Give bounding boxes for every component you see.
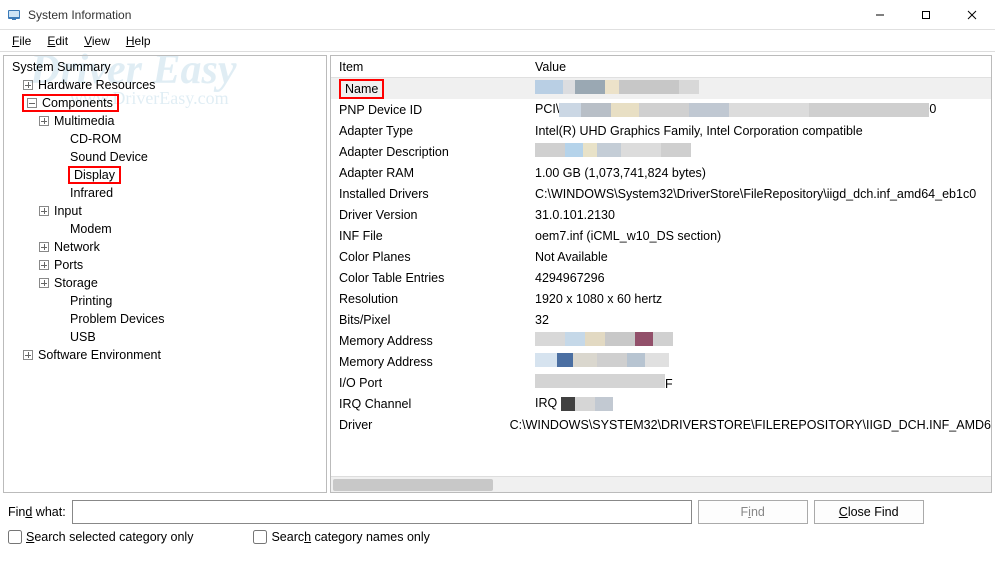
close-button[interactable] — [949, 0, 995, 29]
tree-hardware-resources[interactable]: Hardware Resources — [4, 76, 326, 94]
tree-display[interactable]: Display — [4, 166, 326, 184]
tree-problem-devices[interactable]: Problem Devices — [4, 310, 326, 328]
tree-pane[interactable]: System Summary Hardware Resources Compon… — [3, 55, 327, 493]
expander-icon[interactable] — [38, 277, 50, 289]
close-find-button[interactable]: Close Find — [814, 500, 924, 524]
search-selected-checkbox[interactable]: Search selected category only — [8, 530, 193, 544]
tree-sound-device[interactable]: Sound Device — [4, 148, 326, 166]
tree-printing[interactable]: Printing — [4, 292, 326, 310]
expander-icon[interactable] — [26, 97, 38, 109]
expander-icon[interactable] — [38, 205, 50, 217]
tree-system-summary[interactable]: System Summary — [4, 58, 326, 76]
row-pnp[interactable]: PNP Device ID PCI\0 — [331, 99, 991, 120]
window-title: System Information — [28, 8, 857, 22]
tree-components[interactable]: Components — [4, 94, 326, 112]
expander-icon[interactable] — [22, 79, 34, 91]
tree-input[interactable]: Input — [4, 202, 326, 220]
horizontal-scrollbar[interactable] — [331, 476, 991, 492]
tree-usb[interactable]: USB — [4, 328, 326, 346]
menu-edit[interactable]: Edit — [39, 32, 76, 50]
window-controls — [857, 0, 995, 29]
find-label: Find what: — [8, 505, 66, 519]
menubar: File Edit View Help — [0, 30, 995, 52]
expander-icon[interactable] — [22, 349, 34, 361]
tree-storage[interactable]: Storage — [4, 274, 326, 292]
expander-icon[interactable] — [38, 259, 50, 271]
menu-help[interactable]: Help — [118, 32, 159, 50]
tree-network[interactable]: Network — [4, 238, 326, 256]
tree-modem[interactable]: Modem — [4, 220, 326, 238]
search-category-names-checkbox[interactable]: Search category names only — [253, 530, 429, 544]
row-adapter-description[interactable]: Adapter Description — [331, 141, 991, 162]
menu-view[interactable]: View — [76, 32, 118, 50]
row-name[interactable]: Name — [331, 78, 991, 99]
tree-software-environment[interactable]: Software Environment — [4, 346, 326, 364]
expander-icon[interactable] — [38, 241, 50, 253]
find-bar: Find what: Find Close Find Search select… — [0, 496, 995, 548]
tree-cdrom[interactable]: CD-ROM — [4, 130, 326, 148]
tree-multimedia[interactable]: Multimedia — [4, 112, 326, 130]
row-color-planes[interactable]: Color PlanesNot Available — [331, 246, 991, 267]
find-input[interactable] — [72, 500, 692, 524]
find-button[interactable]: Find — [698, 500, 808, 524]
minimize-button[interactable] — [857, 0, 903, 29]
row-inf-file[interactable]: INF Fileoem7.inf (iCML_w10_DS section) — [331, 225, 991, 246]
row-driver-version[interactable]: Driver Version31.0.101.2130 — [331, 204, 991, 225]
row-bits-pixel[interactable]: Bits/Pixel32 — [331, 309, 991, 330]
row-color-table[interactable]: Color Table Entries4294967296 — [331, 267, 991, 288]
column-item[interactable]: Item — [331, 60, 531, 74]
expander-icon[interactable] — [38, 115, 50, 127]
row-io-port[interactable]: I/O Port F — [331, 372, 991, 393]
detail-header: Item Value — [331, 56, 991, 78]
row-adapter-ram[interactable]: Adapter RAM1.00 GB (1,073,741,824 bytes) — [331, 162, 991, 183]
column-value[interactable]: Value — [531, 60, 991, 74]
row-resolution[interactable]: Resolution1920 x 1080 x 60 hertz — [331, 288, 991, 309]
maximize-button[interactable] — [903, 0, 949, 29]
row-memory-address-2[interactable]: Memory Address — [331, 351, 991, 372]
tree-ports[interactable]: Ports — [4, 256, 326, 274]
row-driver[interactable]: DriverC:\WINDOWS\SYSTEM32\DRIVERSTORE\FI… — [331, 414, 991, 435]
menu-file[interactable]: File — [4, 32, 39, 50]
row-irq-channel[interactable]: IRQ Channel IRQ — [331, 393, 991, 414]
row-adapter-type[interactable]: Adapter TypeIntel(R) UHD Graphics Family… — [331, 120, 991, 141]
titlebar: System Information — [0, 0, 995, 30]
tree-infrared[interactable]: Infrared — [4, 184, 326, 202]
censored-value — [535, 80, 699, 94]
row-installed-drivers[interactable]: Installed DriversC:\WINDOWS\System32\Dri… — [331, 183, 991, 204]
row-memory-address-1[interactable]: Memory Address — [331, 330, 991, 351]
detail-pane: Item Value Name PNP Device ID PCI\0 Adap… — [330, 55, 992, 493]
app-icon — [6, 7, 22, 23]
